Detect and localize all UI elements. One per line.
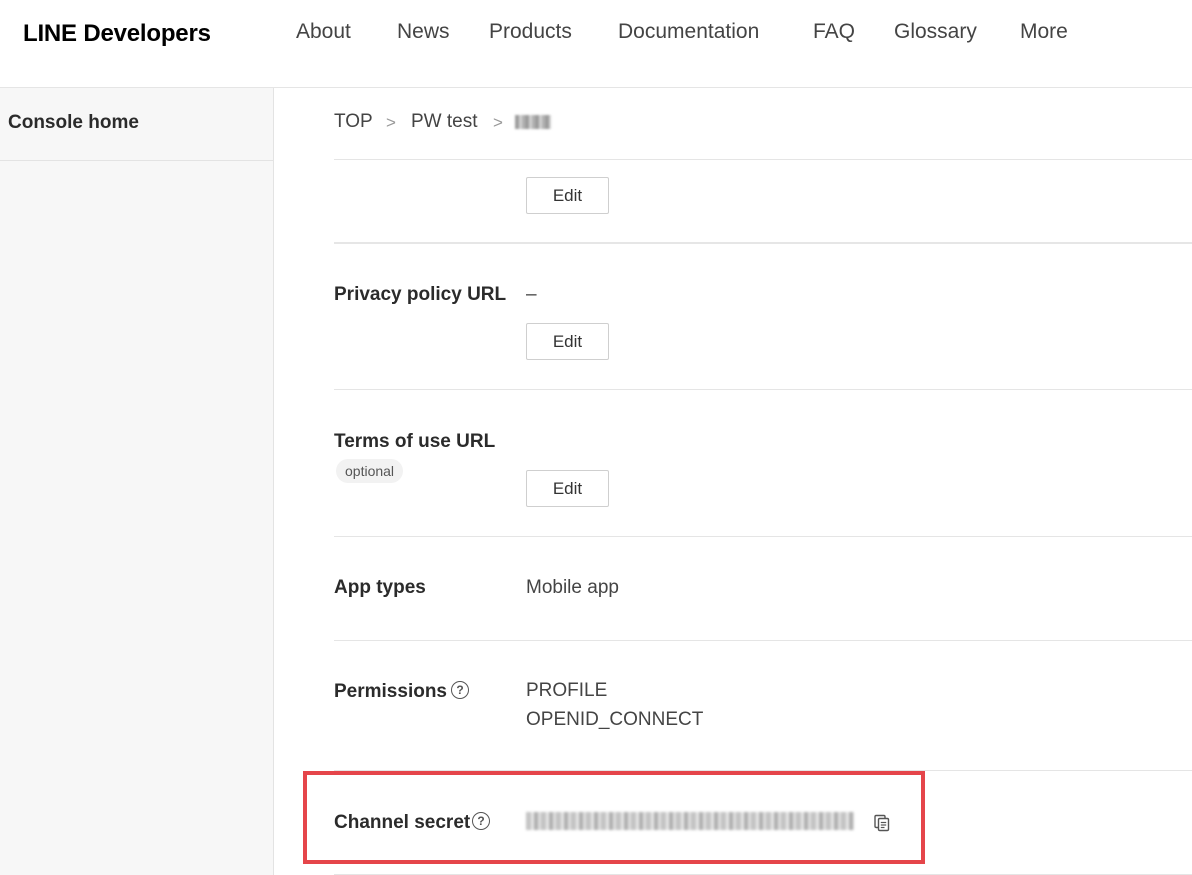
copy-icon[interactable] [872,813,892,833]
help-circle-icon[interactable]: ? [451,681,469,699]
sidebar-item-console-home[interactable]: Console home [0,88,273,161]
edit-button[interactable]: Edit [526,177,609,214]
row-divider [334,770,1192,771]
nav-faq[interactable]: FAQ [813,20,855,44]
nav-documentation[interactable]: Documentation [618,20,759,44]
nav-glossary[interactable]: Glossary [894,20,977,44]
permission-profile: PROFILE [526,680,608,701]
top-navigation-bar: LINE Developers About News Products Docu… [0,0,1192,88]
privacy-policy-label: Privacy policy URL [334,284,507,305]
channel-secret-value-redacted [526,812,854,830]
breadcrumb-provider[interactable]: PW test [411,111,478,133]
breadcrumb-channel-redacted [515,115,551,129]
sidebar: Console home [0,88,274,875]
row-divider [334,242,1192,244]
nav-news[interactable]: News [397,20,450,44]
channel-settings-panel: TOP > PW test > Edit Privacy policy URL … [274,88,1192,875]
privacy-policy-value: – [526,284,537,305]
breadcrumb-top[interactable]: TOP [334,111,373,133]
line-developers-logo[interactable]: LINE Developers [23,20,211,48]
nav-about[interactable]: About [296,20,351,44]
breadcrumb-separator: > [386,113,396,132]
app-types-value: Mobile app [526,577,619,598]
edit-privacy-policy-button[interactable]: Edit [526,323,609,360]
optional-badge: optional [336,459,404,483]
permission-openid-connect: OPENID_CONNECT [526,709,704,730]
edit-terms-of-use-button[interactable]: Edit [526,470,609,507]
nav-more[interactable]: More [1020,20,1068,44]
row-divider [334,640,1192,641]
app-types-label: App types [334,577,426,598]
row-divider [334,536,1192,537]
channel-secret-label: Channel secret [334,812,471,833]
row-divider [334,389,1192,390]
row-divider [334,159,1192,160]
terms-of-use-label: Terms of use URL [334,431,496,452]
nav-products[interactable]: Products [489,20,572,44]
sidebar-item-label: Console home [8,112,139,133]
help-circle-icon[interactable]: ? [472,812,490,830]
permissions-label: Permissions [334,681,447,702]
breadcrumb-separator: > [493,113,503,132]
